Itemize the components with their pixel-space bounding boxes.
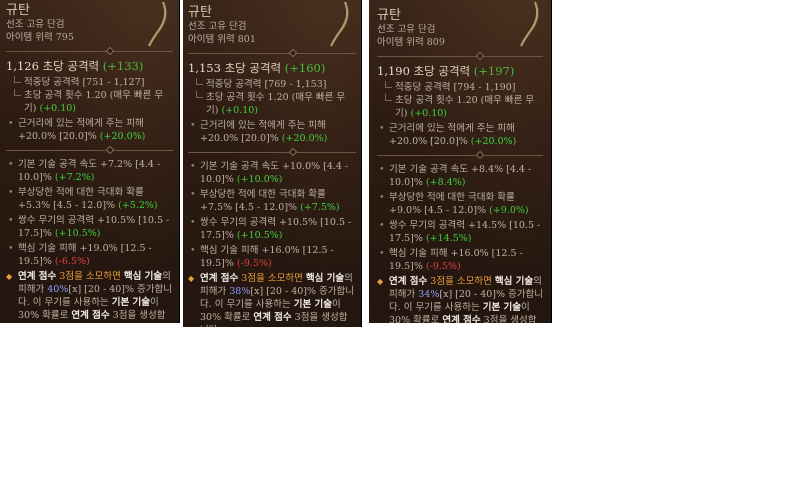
affix-2: 부상당한 적에 대한 극대화 확률 +7.5% [4.5 - 12.0]% (+…: [188, 188, 356, 214]
implicit-line: 근거리에 있는 적에게 주는 피해 +20.0% [20.0]% (+20.0%…: [6, 117, 173, 143]
dps-value: 1,190 초당 공격력: [377, 64, 471, 78]
affix-3: 쌍수 무기의 공격력 +10.5% [10.5 - 17.5]% (+10.5%…: [6, 214, 173, 240]
damage-per-hit: 적중당 공격력 [794 - 1,190]: [377, 81, 543, 94]
implicit-line: 근거리에 있는 적에게 주는 피해 +20.0% [20.0]% (+20.0%…: [377, 122, 543, 148]
affix-2: 부상당한 적에 대한 극대화 확률 +5.3% [4.5 - 12.0]% (+…: [6, 186, 173, 212]
dagger-icon: [148, 1, 168, 47]
attack-speed-delta: (+0.10): [410, 108, 448, 119]
affix-4: 핵심 기술 피해 +16.0% [12.5 - 19.5]% (-9.5%): [188, 244, 356, 270]
divider: [6, 46, 173, 56]
implicit-line: 근거리에 있는 적에게 주는 피해 +20.0% [20.0]% (+20.0%…: [188, 119, 356, 145]
dps-delta: (+133): [102, 59, 144, 73]
dps-delta: (+197): [473, 64, 515, 78]
divider: [188, 147, 356, 157]
dps-line: 1,153 초당 공격력 (+160): [188, 61, 356, 76]
damage-per-hit: 적중당 공격력 [769 - 1,153]: [188, 78, 356, 91]
affix-4: 핵심 기술 피해 +19.0% [12.5 - 19.5]% (-6.5%): [6, 242, 173, 268]
implicit-delta: (+20.0%): [470, 136, 517, 147]
divider: [6, 145, 173, 155]
dps-value: 1,126 초당 공격력: [6, 59, 100, 73]
dps-value: 1,153 초당 공격력: [188, 61, 282, 75]
attack-speed-delta: (+0.10): [39, 103, 77, 114]
affix-4: 핵심 기술 피해 +16.0% [12.5 - 19.5]% (-9.5%): [377, 247, 543, 273]
affix-3: 쌍수 무기의 공격력 +10.5% [10.5 - 17.5]% (+10.5%…: [188, 216, 356, 242]
affix-1: 기본 기술 공격 속도 +7.2% [4.4 - 10.0]% (+7.2%): [6, 158, 173, 184]
attack-speed-line: 초당 공격 횟수 1.20 (매우 빠른 무기) (+0.10): [6, 89, 173, 115]
unique-aspect: 연계 점수 3점을 소모하면 핵심 기술의 피해가 40%[x] [20 - 4…: [6, 270, 173, 323]
affix-1: 기본 기술 공격 속도 +10.0% [4.4 - 10.0]% (+10.0%…: [188, 160, 356, 186]
item-tooltip-2: 규탄 선조 고유 단검 아이템 위력 801 1,153 초당 공격력 (+16…: [183, 0, 362, 327]
affix-1: 기본 기술 공격 속도 +8.4% [4.4 - 10.0]% (+8.4%): [377, 163, 543, 189]
implicit-delta: (+20.0%): [281, 133, 328, 144]
damage-per-hit: 적중당 공격력 [751 - 1,127]: [6, 76, 173, 89]
attack-speed-delta: (+0.10): [221, 105, 259, 116]
dps-line: 1,126 초당 공격력 (+133): [6, 59, 173, 74]
item-tooltip-1: 규탄 선조 고유 단검 아이템 위력 795 1,126 초당 공격력 (+13…: [0, 0, 180, 323]
divider: [188, 48, 356, 58]
dps-delta: (+160): [284, 61, 326, 75]
item-tooltip-3: 규탄 선조 고유 단검 아이템 위력 809 1,190 초당 공격력 (+19…: [369, 0, 552, 323]
unique-aspect: 연계 점수 3점을 소모하면 핵심 기술의 피해가 34%[x] [20 - 4…: [377, 275, 543, 323]
divider: [377, 150, 543, 160]
attack-speed-line: 초당 공격 횟수 1.20 (매우 빠른 무기) (+0.10): [188, 91, 356, 117]
implicit-delta: (+20.0%): [99, 131, 146, 142]
attack-speed-line: 초당 공격 횟수 1.20 (매우 빠른 무기) (+0.10): [377, 94, 543, 120]
affix-2: 부상당한 적에 대한 극대화 확률 +9.0% [4.5 - 12.0]% (+…: [377, 191, 543, 217]
unique-aspect: 연계 점수 3점을 소모하면 핵심 기술의 피해가 38%[x] [20 - 4…: [188, 272, 356, 327]
dagger-icon: [520, 1, 540, 47]
divider: [377, 51, 543, 61]
dagger-icon: [330, 1, 350, 47]
dps-line: 1,190 초당 공격력 (+197): [377, 64, 543, 79]
affix-3: 쌍수 무기의 공격력 +14.5% [10.5 - 17.5]% (+14.5%…: [377, 219, 543, 245]
